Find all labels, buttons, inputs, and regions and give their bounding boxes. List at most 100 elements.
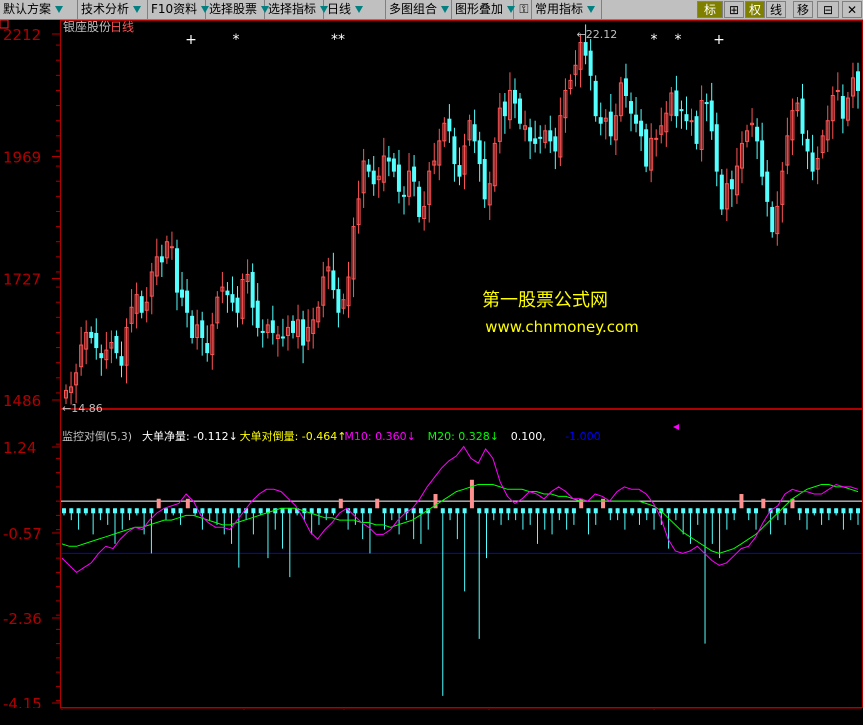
candle-down — [180, 289, 185, 298]
candle-down — [250, 271, 255, 308]
toolbar-button-1[interactable]: ⊞ — [724, 1, 744, 18]
candle-down — [810, 152, 815, 172]
m20-line — [61, 484, 859, 554]
candle-down — [628, 101, 633, 114]
candle-down — [760, 140, 765, 177]
bar-positive — [739, 494, 744, 509]
candle-down — [679, 109, 684, 112]
kline-chart: 2212196917271486银座股份日线←22.12←14.86+ * ** * *… — [0, 20, 863, 710]
candle-down — [260, 330, 265, 333]
candle-down — [477, 140, 482, 165]
bar-positive — [156, 498, 161, 509]
candle-down — [644, 129, 649, 167]
candle-down — [639, 120, 644, 137]
candle-down — [190, 315, 195, 338]
toolbar-item-3[interactable]: 选择股票 — [206, 0, 270, 19]
min-price-label: ←14.86 — [62, 402, 103, 415]
candle-down — [89, 331, 94, 338]
dropdown-arrow-icon — [507, 6, 516, 13]
indicator-tick-label: 1.24 — [3, 439, 36, 457]
candle-down — [553, 136, 558, 152]
candle-down — [366, 164, 371, 172]
candle-down — [729, 179, 734, 190]
candle-down — [714, 124, 719, 172]
toolbar-item-label: 多图组合 — [389, 2, 438, 16]
toolbar-button-0[interactable]: 标 — [697, 1, 723, 18]
candle-down — [139, 296, 144, 313]
info-marker-icon: + — [185, 32, 197, 48]
lock-icon[interactable]: ⚿ — [517, 0, 532, 19]
candle-down — [598, 117, 603, 124]
bar-positive — [185, 498, 190, 509]
indicator-value-3: M20: 0.328↓ — [428, 430, 499, 443]
bar-positive — [601, 498, 606, 509]
toolbar-item-4[interactable]: 选择指标 — [265, 0, 329, 19]
toolbar-button-6[interactable]: ✕ — [842, 1, 862, 18]
candle-down — [533, 138, 538, 144]
candle-down — [452, 136, 457, 165]
candle-down — [291, 320, 296, 333]
toolbar-item-label: 技术分析 — [81, 2, 130, 16]
indicator-value-1: 大单对倒量: -0.464↑ — [240, 429, 347, 443]
dropdown-arrow-icon — [441, 6, 450, 13]
candle-down — [255, 300, 260, 328]
toolbar-item-label: 常用指标 — [535, 2, 584, 16]
candle-down — [634, 114, 639, 124]
candle-down — [856, 71, 860, 91]
toolbar-button-5[interactable]: ⊟ — [817, 1, 839, 18]
bar-positive — [761, 498, 766, 509]
dropdown-arrow-icon — [133, 6, 142, 13]
toolbar-item-label: 日线 — [327, 2, 352, 16]
candle-down — [396, 164, 401, 192]
candle-down — [230, 294, 235, 303]
candle-down — [270, 320, 275, 333]
candle-down — [755, 126, 760, 142]
toolbar-item-6[interactable]: 多图组合 — [386, 0, 452, 19]
candle-down — [412, 166, 417, 182]
candle-down — [709, 100, 714, 132]
toolbar-item-1[interactable]: 技术分析 — [78, 0, 148, 19]
candle-down — [205, 343, 210, 354]
toolbar-item-label: 选择指标 — [268, 2, 317, 16]
toolbar-item-label: 默认方案 — [3, 2, 52, 16]
dropdown-arrow-icon — [587, 6, 596, 13]
toolbar-item-7[interactable]: 图形叠加 — [452, 0, 516, 19]
candle-down — [159, 256, 164, 263]
toolbar-item-2[interactable]: F10资料 — [148, 0, 210, 19]
candle-down — [94, 332, 99, 349]
stock-name: 银座股份 — [63, 20, 111, 34]
candle-down — [200, 320, 205, 338]
candle-down — [719, 174, 724, 210]
candle-down — [174, 248, 179, 293]
toolbar-button-3[interactable]: 线 — [766, 1, 786, 18]
candle-down — [548, 130, 553, 142]
candle-down — [99, 353, 104, 359]
price-tick-label: 1486 — [3, 392, 41, 410]
candle-down — [114, 335, 119, 354]
candle-down — [518, 98, 523, 124]
price-tick-label: 1727 — [3, 271, 41, 289]
candle-down — [336, 289, 341, 313]
candle-down — [538, 136, 543, 139]
candle-down — [684, 114, 689, 122]
candle-down — [235, 297, 240, 313]
toolbar-item-5[interactable]: 日线 — [324, 0, 386, 19]
price-tick-label: 2212 — [3, 26, 41, 44]
toolbar-button-4[interactable]: 移 — [793, 1, 813, 18]
toolbar-item-8[interactable]: 常用指标 — [532, 0, 602, 19]
toolbar-item-0[interactable]: 默认方案 — [0, 0, 78, 19]
candle-down — [417, 186, 422, 217]
candle-down — [593, 80, 598, 117]
toolbar-button-2[interactable]: 权 — [745, 1, 765, 18]
toolbar: 默认方案 技术分析 F10资料 选择股票 选择指标 日线 多图组合 图形叠加 常用指标 ⚿ 标 ⊞ 权线… — [0, 0, 863, 20]
candle-down — [401, 194, 406, 197]
candle-down — [447, 118, 452, 132]
candle-down — [623, 78, 628, 97]
watermark-url: www.chnmoney.com — [485, 318, 639, 336]
price-tick-label: 1969 — [3, 149, 41, 167]
candle-down — [371, 170, 376, 185]
candle-down — [674, 90, 679, 117]
candle-down — [770, 206, 775, 233]
candle-down — [583, 42, 588, 56]
candle-up — [689, 120, 694, 123]
